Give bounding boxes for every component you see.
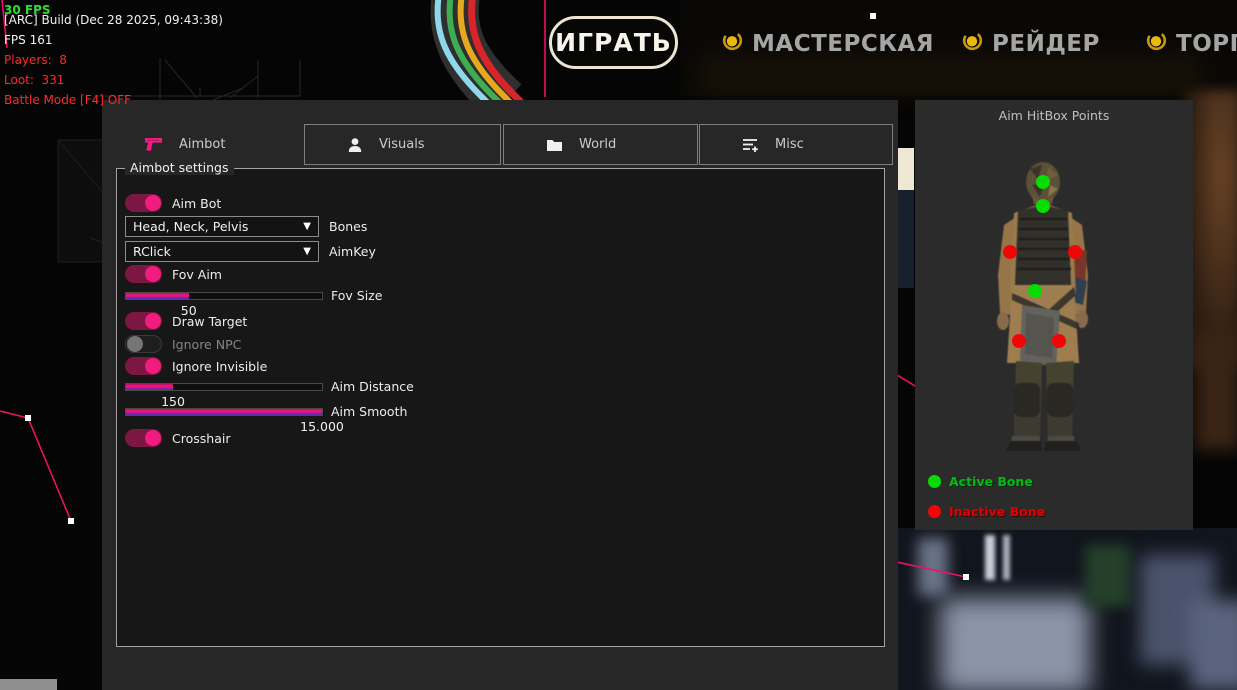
pistol-icon: [144, 137, 163, 152]
ignore-npc-toggle[interactable]: [125, 335, 162, 353]
crosshair-toggle[interactable]: [125, 429, 162, 447]
chevron-down-icon: ▼: [303, 221, 311, 232]
aim-distance-label: Aim Distance: [331, 379, 414, 394]
rainbow-art: [425, 0, 565, 100]
right-arm-hitbox-dot: [1068, 245, 1082, 259]
nav-item-workshop[interactable]: МАСТЕРСКАЯ: [722, 30, 934, 57]
coin-icon: [722, 30, 743, 57]
nav-item-label: РЕЙДЕР: [992, 31, 1100, 57]
play-button[interactable]: ИГРАТЬ: [549, 16, 678, 69]
draw-target-label: Draw Target: [172, 314, 247, 329]
fov-aim-toggle[interactable]: [125, 265, 162, 283]
aim-smooth-slider[interactable]: 15.000: [125, 408, 323, 416]
legend-active-bone: Active Bone: [928, 474, 1033, 489]
pelvis-hitbox-dot: [1028, 284, 1042, 298]
left-arm-hitbox-dot: [1003, 245, 1017, 259]
ignore-invisible-toggle[interactable]: [125, 357, 162, 375]
bones-label: Bones: [329, 219, 367, 234]
tab-label: World: [579, 137, 616, 152]
tab-label: Misc: [775, 137, 804, 152]
right-leg-hitbox-dot: [1052, 334, 1066, 348]
nav-item-label: МАСТЕРСКАЯ: [752, 31, 934, 57]
tab-label: Visuals: [379, 137, 425, 152]
legend-label: Inactive Bone: [949, 504, 1045, 519]
players-counter: Players: 8: [4, 50, 67, 70]
active-bone-dot: [928, 475, 941, 488]
bones-dropdown-value: Head, Neck, Pelvis: [133, 219, 248, 234]
aim-hitbox-panel: Aim HitBox Points: [915, 100, 1193, 530]
nav-item-raider[interactable]: РЕЙДЕР: [962, 30, 1100, 57]
legend-label: Active Bone: [949, 474, 1033, 489]
tab-world[interactable]: World: [503, 124, 698, 165]
aim-bot-toggle[interactable]: [125, 194, 162, 212]
bones-dropdown[interactable]: Head, Neck, Pelvis ▼: [125, 216, 319, 237]
hitbox-panel-title: Aim HitBox Points: [915, 100, 1193, 123]
aim-bot-label: Aim Bot: [172, 196, 221, 211]
ignore-npc-label: Ignore NPC: [172, 337, 241, 352]
cheat-menu-panel: Aimbot Visuals World Misc Aimbot setting…: [102, 100, 898, 690]
tab-aimbot[interactable]: Aimbot: [102, 124, 299, 165]
coin-icon: [962, 30, 983, 57]
bottom-left-box: [0, 679, 57, 690]
draw-target-toggle[interactable]: [125, 312, 162, 330]
aim-smooth-value: 15.000: [300, 419, 344, 434]
tab-visuals[interactable]: Visuals: [304, 124, 501, 165]
game-screen: 30 FPS [ARC] Build (Dec 28 2025, 09:43:3…: [0, 0, 1237, 690]
legend-inactive-bone: Inactive Bone: [928, 504, 1045, 519]
aimkey-dropdown[interactable]: RClick ▼: [125, 241, 319, 262]
aimbot-settings-group: Aimbot settings Aim Bot Head, Neck, Pelv…: [116, 168, 885, 647]
crosshair-label: Crosshair: [172, 431, 230, 446]
nav-item-label: ТОРГО: [1176, 31, 1237, 57]
tab-misc[interactable]: Misc: [699, 124, 893, 165]
person-icon: [347, 137, 363, 153]
coin-icon: [1146, 30, 1167, 57]
aim-smooth-label: Aim Smooth: [331, 404, 407, 419]
loot-counter: Loot: 331: [4, 70, 64, 90]
aim-distance-slider[interactable]: 150: [125, 383, 323, 391]
fov-size-label: Fov Size: [331, 288, 382, 303]
left-leg-hitbox-dot: [1012, 334, 1026, 348]
fps-counter: FPS 161: [4, 30, 52, 50]
chevron-down-icon: ▼: [303, 246, 311, 257]
ignore-invisible-label: Ignore Invisible: [172, 359, 267, 374]
battle-mode-status: Battle Mode [F4] OFF: [4, 90, 131, 110]
head-hitbox-dot: [1036, 175, 1050, 189]
aimkey-dropdown-value: RClick: [133, 244, 171, 259]
build-info: [ARC] Build (Dec 28 2025, 09:43:38): [4, 10, 223, 30]
folder-icon: [546, 138, 563, 152]
sliders-icon: [742, 137, 759, 153]
group-title: Aimbot settings: [125, 160, 234, 175]
neck-hitbox-dot: [1036, 199, 1050, 213]
fov-aim-label: Fov Aim: [172, 267, 222, 282]
inactive-bone-dot: [928, 505, 941, 518]
tab-label: Aimbot: [179, 137, 225, 152]
aimkey-label: AimKey: [329, 244, 376, 259]
fov-size-slider[interactable]: 50: [125, 292, 323, 300]
nav-item-trade[interactable]: ТОРГО: [1146, 30, 1237, 57]
